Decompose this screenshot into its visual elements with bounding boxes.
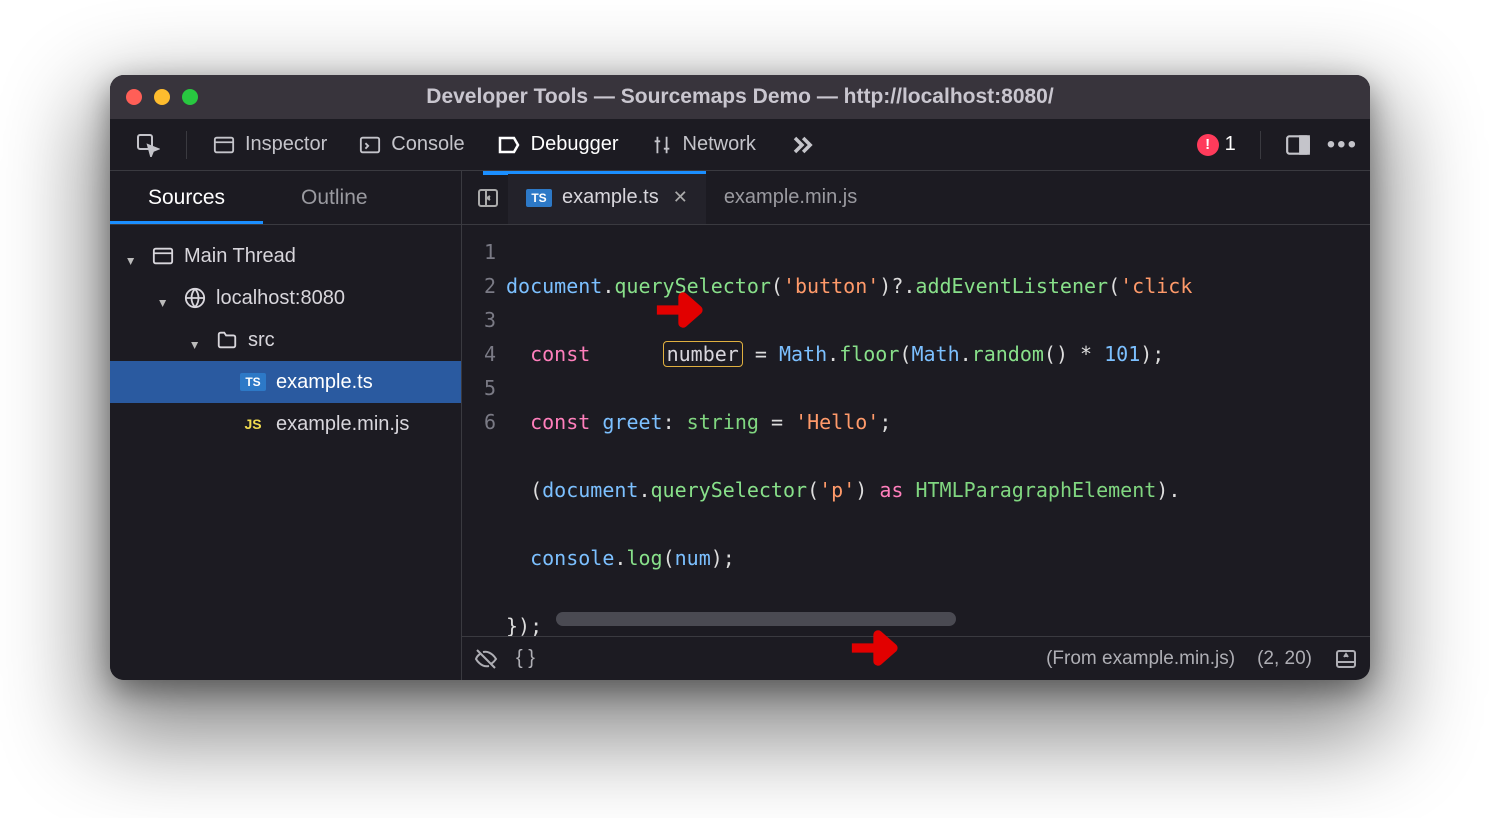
error-count: 1	[1225, 133, 1236, 156]
kebab-menu-button[interactable]: •••	[1327, 131, 1358, 159]
editor-tab-example-min-js[interactable]: example.min.js	[706, 171, 875, 224]
highlighted-type-token: number	[663, 341, 743, 367]
code-content[interactable]: document.querySelector('button')?.addEve…	[506, 225, 1370, 636]
chevron-down-icon	[160, 291, 174, 305]
tab-label: Inspector	[245, 133, 327, 156]
tab-network[interactable]: Network	[637, 127, 770, 162]
error-icon: !	[1197, 134, 1219, 156]
tree-main-thread[interactable]: Main Thread	[110, 235, 461, 277]
tab-label: Console	[391, 133, 464, 156]
blackbox-button[interactable]	[474, 647, 498, 671]
folder-icon	[216, 329, 238, 351]
tree-file-example-min-js[interactable]: JS example.min.js	[110, 403, 461, 445]
tab-label: Debugger	[531, 133, 619, 156]
more-tabs-button[interactable]	[774, 125, 830, 165]
editor-tab-label: example.min.js	[724, 186, 857, 209]
pretty-print-button[interactable]: { }	[516, 647, 535, 670]
dock-side-button[interactable]	[1285, 132, 1311, 158]
tab-label: Network	[683, 133, 756, 156]
tab-debugger[interactable]: Debugger	[483, 127, 633, 163]
sidebar-tab-outline[interactable]: Outline	[263, 171, 406, 224]
toggle-panes-button[interactable]	[468, 171, 508, 224]
panel-left-icon	[476, 186, 500, 210]
chevron-double-right-icon	[788, 131, 816, 159]
js-file-icon: JS	[240, 416, 266, 432]
devtools-window: Developer Tools — Sourcemaps Demo — http…	[110, 75, 1370, 680]
zoom-window-button[interactable]	[182, 89, 198, 105]
inspector-icon	[213, 134, 235, 156]
sources-sidebar: Sources Outline Main Thread localhost:80…	[110, 171, 462, 680]
close-tab-button[interactable]: ✕	[673, 187, 688, 208]
main-toolbar: Inspector Console Debugger Network ! 1	[110, 119, 1370, 171]
tree-label: Main Thread	[184, 245, 296, 268]
element-picker-button[interactable]	[122, 127, 174, 163]
tree-label: example.ts	[276, 371, 373, 394]
close-window-button[interactable]	[126, 89, 142, 105]
line-gutter: 1 2 3 4 5 6	[462, 225, 506, 636]
sidebar-tab-sources[interactable]: Sources	[110, 171, 263, 224]
minimize-window-button[interactable]	[154, 89, 170, 105]
tab-console[interactable]: Console	[345, 127, 478, 162]
ts-file-icon: TS	[240, 373, 266, 391]
cursor-icon	[136, 133, 160, 157]
tree-label: example.min.js	[276, 413, 409, 436]
window-icon	[152, 245, 174, 267]
editor-tab-label: example.ts	[562, 186, 659, 209]
dock-icon	[1285, 132, 1311, 158]
tree-host[interactable]: localhost:8080	[110, 277, 461, 319]
tree-label: localhost:8080	[216, 287, 345, 310]
tab-inspector[interactable]: Inspector	[199, 127, 341, 162]
console-icon	[359, 134, 381, 156]
editor-tabstrip: TS example.ts ✕ example.min.js	[462, 171, 1370, 225]
window-title: Developer Tools — Sourcemaps Demo — http…	[110, 85, 1370, 109]
source-tree: Main Thread localhost:8080 src TS exampl…	[110, 225, 461, 445]
tree-folder-src[interactable]: src	[110, 319, 461, 361]
traffic-lights	[126, 89, 198, 105]
code-editor[interactable]: 1 2 3 4 5 6 document.querySelector('butt…	[462, 225, 1370, 636]
tree-label: src	[248, 329, 275, 352]
editor-tab-example-ts[interactable]: TS example.ts ✕	[508, 171, 706, 224]
titlebar: Developer Tools — Sourcemaps Demo — http…	[110, 75, 1370, 119]
error-count-badge[interactable]: ! 1	[1197, 133, 1236, 156]
network-icon	[651, 134, 673, 156]
editor-statusbar: { } (From example.min.js) (2, 20)	[462, 636, 1370, 680]
editor-pane: TS example.ts ✕ example.min.js 1 2 3 4 5…	[462, 171, 1370, 680]
tree-file-example-ts[interactable]: TS example.ts	[110, 361, 461, 403]
sourcemap-origin: (From example.min.js)	[1046, 648, 1235, 670]
cursor-position: (2, 20)	[1257, 648, 1312, 670]
panel-bottom-icon	[1334, 647, 1358, 671]
globe-icon	[184, 287, 206, 309]
debugger-icon	[497, 133, 521, 157]
eye-off-icon	[474, 647, 498, 671]
horizontal-scrollbar[interactable]	[556, 612, 956, 626]
chevron-down-icon	[128, 249, 142, 263]
toggle-bottom-panel-button[interactable]	[1334, 647, 1358, 671]
ts-file-icon: TS	[526, 189, 552, 207]
chevron-down-icon	[192, 333, 206, 347]
